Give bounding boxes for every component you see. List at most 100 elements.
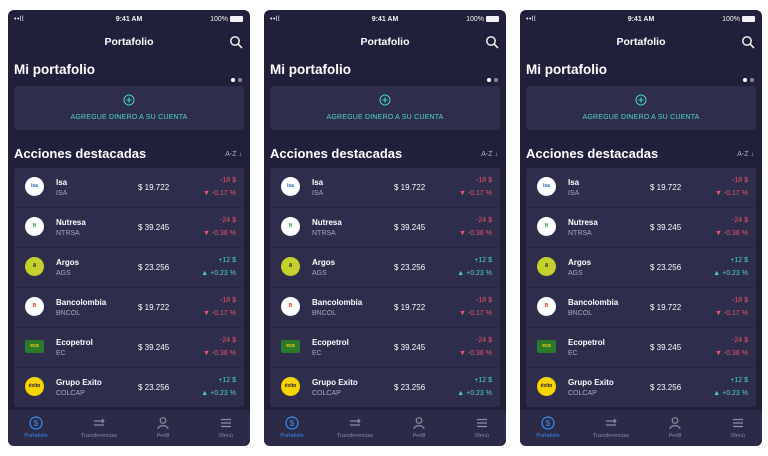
stock-row[interactable]: éxito Grupo Exito COLCAP $ 23.256 +12 $ ▲ +0.… — [14, 368, 244, 407]
stock-name: Grupo Exito — [568, 378, 614, 387]
stock-change-percent: ▼ -0.17 % — [459, 190, 492, 197]
plus-circle-icon — [379, 94, 391, 106]
tab-label: Transferencias — [592, 433, 630, 439]
tab-portafolio[interactable]: $ Portafolio — [11, 416, 61, 439]
phone-screen: ••ll 9:41 AM 100% Portafolio Mi portafol… — [520, 10, 762, 446]
stock-row[interactable]: A Argos AGS $ 23.256 +12 $ ▲ +0.23 % — [14, 248, 244, 288]
tab-portafolio[interactable]: $ Portafolio — [267, 416, 317, 439]
stock-change: +12 $ — [730, 257, 748, 264]
stock-name: Bancolombia — [312, 298, 363, 307]
add-money-label: AGREGUE DINERO A SU CUENTA — [70, 114, 188, 121]
add-money-button[interactable]: AGREGUE DINERO A SU CUENTA — [14, 86, 244, 130]
stock-ticker: NTRSA — [568, 230, 592, 237]
stock-price: $ 19.722 — [138, 303, 170, 312]
stock-ticker: COLCAP — [56, 390, 85, 397]
sort-button[interactable]: A-Z ↓ — [737, 151, 754, 158]
page-dot-active — [231, 78, 235, 82]
stock-change: -24 $ — [732, 337, 748, 344]
stock-row[interactable]: N Nutresa NTRSA $ 39.245 -24 $ ▼ -0.36 % — [14, 208, 244, 248]
stock-row[interactable]: eco Ecopetrol EC $ 39.245 -24 $ ▼ -0.36 % — [14, 328, 244, 368]
search-icon[interactable] — [485, 35, 499, 49]
stock-ticker: AGS — [312, 270, 327, 277]
stock-ticker: EC — [568, 350, 578, 357]
tab-men[interactable]: Menú — [201, 416, 250, 439]
tab-transferencias[interactable]: Transferencias — [586, 416, 636, 439]
company-logo-icon: isa — [281, 177, 300, 196]
portfolio-header: Mi portafolio — [520, 60, 762, 82]
stock-change: +12 $ — [474, 377, 492, 384]
tab-men[interactable]: Menú — [457, 416, 506, 439]
stock-row[interactable]: B Bancolombia BNCOL $ 19.722 -18 $ ▼ -0.17 % — [526, 288, 756, 328]
stock-row[interactable]: eco Ecopetrol EC $ 39.245 -24 $ ▼ -0.36 % — [526, 328, 756, 368]
tab-label: Perfil — [668, 433, 682, 439]
stock-row[interactable]: isa Isa ISA $ 19.722 -18 $ ▼ -0.17 % — [14, 168, 244, 208]
stock-price: $ 23.256 — [650, 383, 682, 392]
tab-bar: $ Portafolio Transferencias Perfil Menú — [8, 410, 250, 446]
company-logo-icon: N — [25, 217, 44, 236]
stock-change-percent: ▲ +0.23 % — [713, 390, 748, 397]
status-bar: ••ll 9:41 AM 100% — [264, 10, 506, 30]
stock-price: $ 23.256 — [138, 263, 170, 272]
tab-label: Menú — [475, 433, 489, 439]
stock-row[interactable]: éxito Grupo Exito COLCAP $ 23.256 +12 $ ▲ +0.… — [526, 368, 756, 407]
stock-price: $ 19.722 — [394, 303, 426, 312]
tab-men[interactable]: Menú — [713, 416, 762, 439]
battery-icon — [230, 16, 243, 22]
menu-icon — [477, 418, 487, 428]
stock-row[interactable]: isa Isa ISA $ 19.722 -18 $ ▼ -0.17 % — [270, 168, 500, 208]
add-money-button[interactable]: AGREGUE DINERO A SU CUENTA — [270, 86, 500, 130]
tab-transferencias[interactable]: Transferencias — [330, 416, 380, 439]
stock-change-percent: ▼ -0.17 % — [203, 310, 236, 317]
company-logo-icon: A — [281, 257, 300, 276]
page-indicator — [740, 69, 754, 87]
stock-row[interactable]: A Argos AGS $ 23.256 +12 $ ▲ +0.23 % — [526, 248, 756, 288]
stock-name: Ecopetrol — [568, 338, 605, 347]
sort-button[interactable]: A-Z ↓ — [225, 151, 242, 158]
sort-button[interactable]: A-Z ↓ — [481, 151, 498, 158]
stock-row[interactable]: N Nutresa NTRSA $ 39.245 -24 $ ▼ -0.36 % — [526, 208, 756, 248]
stock-ticker: COLCAP — [568, 390, 597, 397]
tab-perfil[interactable]: Perfil — [138, 416, 188, 439]
stock-change-percent: ▲ +0.23 % — [201, 390, 236, 397]
stock-row[interactable]: N Nutresa NTRSA $ 39.245 -24 $ ▼ -0.36 % — [270, 208, 500, 248]
stock-price: $ 19.722 — [138, 183, 170, 192]
transfer-icon — [606, 418, 617, 426]
stock-name: Ecopetrol — [56, 338, 93, 347]
stock-row[interactable]: B Bancolombia BNCOL $ 19.722 -18 $ ▼ -0.17 % — [14, 288, 244, 328]
stock-ticker: BNCOL — [568, 310, 593, 317]
stock-price: $ 39.245 — [394, 343, 426, 352]
tab-label: Transferencias — [336, 433, 374, 439]
stock-change-percent: ▼ -0.36 % — [459, 350, 492, 357]
stock-change-percent: ▼ -0.36 % — [203, 350, 236, 357]
stock-change: -18 $ — [476, 177, 492, 184]
battery-indicator: 100% — [466, 16, 499, 23]
page-indicator — [484, 69, 498, 87]
stock-ticker: BNCOL — [56, 310, 81, 317]
svg-text:$: $ — [290, 419, 295, 428]
stock-ticker: AGS — [568, 270, 583, 277]
stock-change-percent: ▼ -0.17 % — [203, 190, 236, 197]
stock-row[interactable]: éxito Grupo Exito COLCAP $ 23.256 +12 $ ▲ +0.… — [270, 368, 500, 407]
stock-row[interactable]: B Bancolombia BNCOL $ 19.722 -18 $ ▼ -0.17 % — [270, 288, 500, 328]
stock-row[interactable]: A Argos AGS $ 23.256 +12 $ ▲ +0.23 % — [270, 248, 500, 288]
search-icon[interactable] — [741, 35, 755, 49]
search-icon[interactable] — [229, 35, 243, 49]
battery-indicator: 100% — [722, 16, 755, 23]
tab-portafolio[interactable]: $ Portafolio — [523, 416, 573, 439]
stock-name: Grupo Exito — [312, 378, 358, 387]
tab-perfil[interactable]: Perfil — [394, 416, 444, 439]
stock-change: +12 $ — [218, 377, 236, 384]
stock-price: $ 39.245 — [138, 223, 170, 232]
add-money-button[interactable]: AGREGUE DINERO A SU CUENTA — [526, 86, 756, 130]
stock-change-percent: ▼ -0.17 % — [715, 190, 748, 197]
tab-bar: $ Portafolio Transferencias Perfil Menú — [520, 410, 762, 446]
stock-row[interactable]: eco Ecopetrol EC $ 39.245 -24 $ ▼ -0.36 % — [270, 328, 500, 368]
stock-price: $ 23.256 — [650, 263, 682, 272]
battery-percent: 100% — [210, 16, 228, 23]
tab-perfil[interactable]: Perfil — [650, 416, 700, 439]
stock-row[interactable]: isa Isa ISA $ 19.722 -18 $ ▼ -0.17 % — [526, 168, 756, 208]
tab-transferencias[interactable]: Transferencias — [74, 416, 124, 439]
stock-name: Argos — [568, 258, 592, 267]
featured-title: Acciones destacadas — [14, 146, 147, 161]
company-logo-icon: isa — [537, 177, 556, 196]
